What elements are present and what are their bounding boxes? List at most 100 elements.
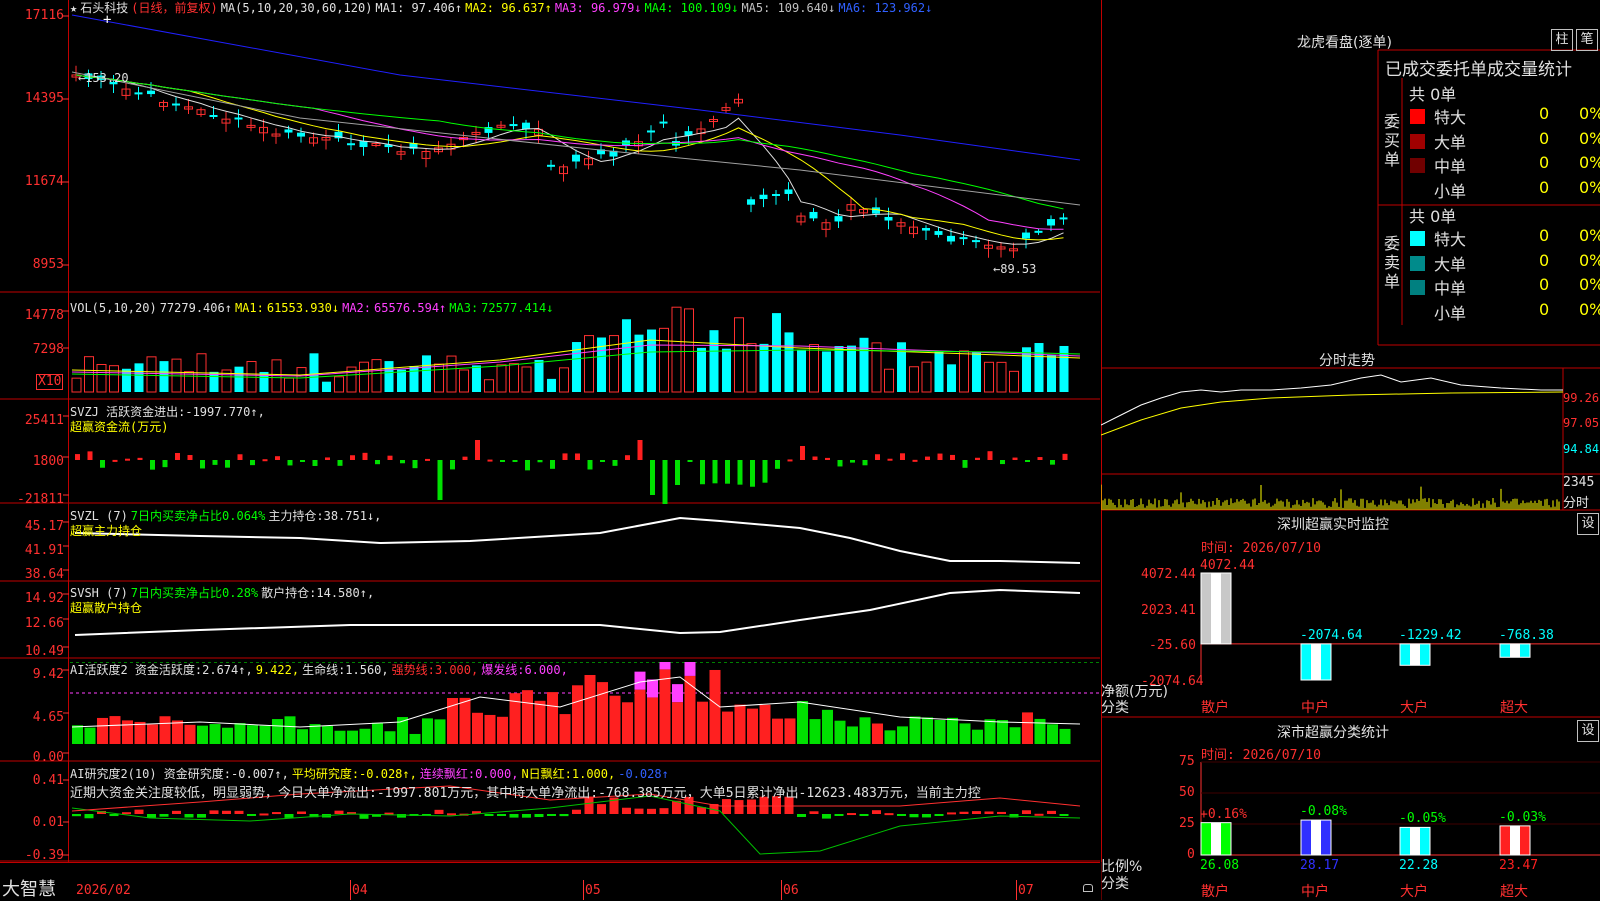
lock-icon[interactable] (1083, 884, 1093, 892)
period-label[interactable]: (日线，前复权) (131, 1, 217, 15)
research-cont-red: 连续飘红:0.000, (419, 767, 519, 781)
flow-bar (912, 459, 918, 462)
volume-axis-label: 7298 (32, 342, 64, 357)
svzj-pane[interactable]: SVZJ 活跃资金进出:-1997.770↑, 超赢资金流(万元) 25411 … (0, 404, 1100, 507)
research-bar (172, 810, 181, 814)
activity-bar (334, 730, 346, 744)
flow-bar (87, 451, 93, 460)
flow-bar (737, 460, 743, 485)
volume-bar-up (734, 317, 744, 393)
activity-bar (522, 690, 533, 744)
date-tick (1016, 880, 1017, 900)
flow-bar (287, 460, 293, 466)
flow-bar (637, 440, 643, 460)
candle-down (147, 90, 155, 95)
order-count: 0 (1539, 250, 1550, 270)
date-axis-label: 05 (585, 883, 601, 898)
volume-bar-down (534, 359, 544, 392)
volume-bar-down (322, 381, 331, 392)
flow-bar (387, 455, 393, 460)
flow-bar (100, 460, 105, 468)
svzl-pane[interactable]: SVZL (7) 7日内买卖净占比0.064% 主力持仓:38.751↓, 超赢主力… (0, 508, 1100, 582)
svzj-chart[interactable] (0, 404, 1100, 504)
volume-bar-down (934, 351, 944, 392)
research-bar (547, 814, 556, 816)
activity-bar (922, 717, 933, 744)
price-pane[interactable]: + ★ 石头科技 (日线，前复权) MA(5,10,20,30,60,120) MA1:… (0, 0, 1100, 293)
classify-bar-highlight (1410, 827, 1420, 855)
research-bar (872, 810, 881, 814)
candle-down (747, 199, 755, 205)
date-tick (350, 880, 351, 900)
volume-bar-up (359, 361, 369, 393)
ai-activity-chart[interactable] (0, 662, 1100, 762)
bar-view-button[interactable]: 柱 (1551, 29, 1573, 51)
stats-title: 已成交委托单成交量统计 (1385, 60, 1572, 80)
monitor-settings-button[interactable]: 设 (1577, 513, 1599, 535)
volume-bar-up (71, 377, 82, 393)
flow-bar (212, 460, 218, 465)
classify-axis-label: 0 (1187, 847, 1195, 862)
ai-activity-pane[interactable]: AI活跃度2 资金活跃度:2.674↑, 9.422, 生命线:1.560, 强势线:… (0, 662, 1100, 765)
candle-down (572, 154, 580, 162)
volume-bar-up (509, 363, 519, 393)
candle-down (759, 194, 768, 200)
flow-bar (400, 460, 405, 464)
volume-bar-down (772, 313, 781, 392)
date-tick (781, 880, 782, 900)
monitor-bar-highlight (1510, 643, 1520, 658)
activity-bar (947, 717, 958, 744)
order-color-swatch (1410, 182, 1425, 198)
activity-bar (1022, 712, 1033, 744)
ai-activity-axis-label: 0.00 (32, 750, 64, 765)
brand-logo[interactable]: 大智慧 (2, 880, 56, 900)
research-bar (972, 811, 981, 814)
svzj-axis-label: 1800 (32, 454, 64, 469)
activity-bar (459, 697, 471, 744)
research-axis-label: -0.39 (24, 848, 64, 863)
order-count: 0 (1539, 226, 1550, 245)
tick-view-button[interactable]: 笔 (1576, 29, 1598, 51)
activity-bar (472, 712, 483, 744)
svsh-axis-label: 10.49 (24, 644, 64, 659)
vol-ma3-label: MA3: (449, 301, 479, 315)
flow-bar (937, 453, 943, 460)
research-bar (734, 800, 744, 814)
price-chart[interactable]: + (0, 0, 1100, 293)
svzj-axis-label: -21811 (17, 492, 64, 507)
classify-settings-button[interactable]: 设 (1577, 720, 1599, 742)
activity-bar (309, 724, 321, 744)
order-color-swatch (1410, 304, 1425, 320)
volume-bar-down (134, 363, 144, 392)
research-bar (634, 808, 644, 814)
volume-chart[interactable] (0, 300, 1100, 400)
order-color-swatch (1410, 133, 1425, 149)
volume-bar-up (884, 368, 894, 393)
volume-bar-up (334, 376, 344, 393)
order-count: 0 (1539, 128, 1550, 148)
flow-bar (162, 460, 168, 468)
classify-title: 深市超赢分类统计 (1277, 725, 1389, 741)
candle-down (1022, 232, 1030, 239)
svsh-header: SVSH (7) 7日内买卖净占比0.28% 散户持仓:14.580↑, (70, 586, 377, 600)
flow-bar (900, 453, 905, 460)
volume-pane[interactable]: VOL(5,10,20) 77279.406↑ MA1: 61553.930↓ MA2:… (0, 300, 1100, 400)
svsh-pane[interactable]: SVSH (7) 7日内买卖净占比0.28% 散户持仓:14.580↑, 超赢散户持… (0, 585, 1100, 659)
activity-bar (297, 729, 308, 744)
ai-burst-line: 爆发线:6.000, (481, 663, 568, 677)
candle-down (297, 132, 305, 137)
monitor-bar-highlight (1410, 643, 1420, 666)
ai-activity-peak: 9.422, (255, 663, 300, 677)
date-axis-label: 04 (352, 883, 368, 898)
ma4-value: MA4: 100.109↓ (644, 1, 739, 15)
ai-research-pane[interactable]: AI研究度2(10) 资金研究度:-0.007↑, 平均研究度:-0.028↑, 连… (0, 766, 1100, 862)
research-bar (134, 809, 144, 814)
classify-value-label: 26.08 (1200, 858, 1240, 873)
activity-bar (97, 717, 108, 744)
star-icon[interactable]: ★ (70, 1, 77, 15)
stock-name[interactable]: 石头科技 (80, 1, 128, 15)
flow-bar (537, 460, 543, 463)
research-bar (884, 813, 894, 816)
research-avg: 平均研究度:-0.028↑, (291, 767, 417, 781)
volume-axis-label: 14778 (24, 308, 64, 323)
